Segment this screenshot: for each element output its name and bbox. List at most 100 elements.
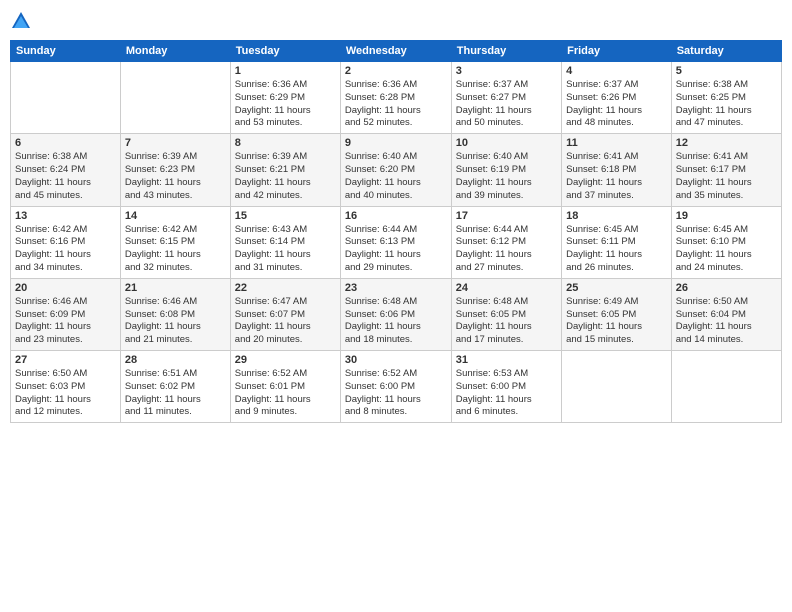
calendar-cell: 1 Sunrise: 6:36 AMSunset: 6:29 PMDaylight… [230,62,340,134]
day-details: Sunrise: 6:44 AMSunset: 6:12 PMDaylight:… [456,224,557,275]
day-details: Sunrise: 6:40 AMSunset: 6:19 PMDaylight:… [456,151,557,202]
day-number: 18 [566,210,667,222]
day-details: Sunrise: 6:45 AMSunset: 6:11 PMDaylight:… [566,224,667,275]
day-details: Sunrise: 6:47 AMSunset: 6:07 PMDaylight:… [235,296,336,347]
calendar-cell: 24 Sunrise: 6:48 AMSunset: 6:05 PMDayligh… [451,278,561,350]
day-details: Sunrise: 6:48 AMSunset: 6:05 PMDaylight:… [456,296,557,347]
calendar-cell: 17 Sunrise: 6:44 AMSunset: 6:12 PMDayligh… [451,206,561,278]
day-details: Sunrise: 6:37 AMSunset: 6:27 PMDaylight:… [456,79,557,130]
day-number: 14 [125,210,226,222]
calendar-cell: 9Sunrise: 6:40 AMSunset: 6:20 PMDaylight… [340,134,451,206]
day-details: Sunrise: 6:42 AMSunset: 6:16 PMDaylight:… [15,224,116,275]
day-number: 15 [235,210,336,222]
calendar-cell: 27 Sunrise: 6:50 AMSunset: 6:03 PMDayligh… [11,351,121,423]
day-number: 26 [676,282,777,294]
day-details: Sunrise: 6:46 AMSunset: 6:09 PMDaylight:… [15,296,116,347]
calendar-week-5: 27 Sunrise: 6:50 AMSunset: 6:03 PMDayligh… [11,351,782,423]
calendar-cell: 10 Sunrise: 6:40 AMSunset: 6:19 PMDayligh… [451,134,561,206]
day-details: Sunrise: 6:45 AMSunset: 6:10 PMDaylight:… [676,224,777,275]
day-details: Sunrise: 6:53 AMSunset: 6:00 PMDaylight:… [456,368,557,419]
calendar-cell [562,351,672,423]
calendar-cell: 30 Sunrise: 6:52 AMSunset: 6:00 PMDayligh… [340,351,451,423]
calendar-cell: 23 Sunrise: 6:48 AMSunset: 6:06 PMDayligh… [340,278,451,350]
day-header-sunday: Sunday [11,41,121,62]
day-number: 27 [15,354,116,366]
day-number: 12 [676,137,777,149]
day-number: 8 [235,137,336,149]
calendar-cell: 21 Sunrise: 6:46 AMSunset: 6:08 PMDayligh… [120,278,230,350]
day-number: 1 [235,65,336,77]
calendar-week-3: 13 Sunrise: 6:42 AMSunset: 6:16 PMDayligh… [11,206,782,278]
calendar-cell: 15 Sunrise: 6:43 AMSunset: 6:14 PMDayligh… [230,206,340,278]
day-header-wednesday: Wednesday [340,41,451,62]
calendar-cell: 6Sunrise: 6:38 AMSunset: 6:24 PMDaylight… [11,134,121,206]
calendar-cell: 16 Sunrise: 6:44 AMSunset: 6:13 PMDayligh… [340,206,451,278]
day-number: 23 [345,282,447,294]
calendar-cell: 19Sunrise: 6:45 AMSunset: 6:10 PMDayligh… [671,206,781,278]
day-header-friday: Friday [562,41,672,62]
day-number: 13 [15,210,116,222]
calendar-cell: 26Sunrise: 6:50 AMSunset: 6:04 PMDayligh… [671,278,781,350]
day-number: 16 [345,210,447,222]
calendar-cell: 20 Sunrise: 6:46 AMSunset: 6:09 PMDayligh… [11,278,121,350]
day-number: 10 [456,137,557,149]
calendar-cell: 25 Sunrise: 6:49 AMSunset: 6:05 PMDayligh… [562,278,672,350]
logo-icon [10,10,32,32]
day-header-saturday: Saturday [671,41,781,62]
day-number: 4 [566,65,667,77]
calendar-table: SundayMondayTuesdayWednesdayThursdayFrid… [10,40,782,423]
calendar-cell [120,62,230,134]
calendar-cell: 11Sunrise: 6:41 AMSunset: 6:18 PMDayligh… [562,134,672,206]
day-details: Sunrise: 6:44 AMSunset: 6:13 PMDaylight:… [345,224,447,275]
day-details: Sunrise: 6:36 AMSunset: 6:29 PMDaylight:… [235,79,336,130]
calendar-cell: 28 Sunrise: 6:51 AMSunset: 6:02 PMDayligh… [120,351,230,423]
day-number: 3 [456,65,557,77]
day-number: 29 [235,354,336,366]
day-number: 7 [125,137,226,149]
day-details: Sunrise: 6:43 AMSunset: 6:14 PMDaylight:… [235,224,336,275]
calendar-cell: 5Sunrise: 6:38 AMSunset: 6:25 PMDaylight… [671,62,781,134]
calendar-cell: 18 Sunrise: 6:45 AMSunset: 6:11 PMDayligh… [562,206,672,278]
day-number: 28 [125,354,226,366]
calendar-cell: 14 Sunrise: 6:42 AMSunset: 6:15 PMDayligh… [120,206,230,278]
day-number: 2 [345,65,447,77]
day-details: Sunrise: 6:38 AMSunset: 6:24 PMDaylight:… [15,151,116,202]
calendar-cell: 2 Sunrise: 6:36 AMSunset: 6:28 PMDaylight… [340,62,451,134]
day-details: Sunrise: 6:49 AMSunset: 6:05 PMDaylight:… [566,296,667,347]
day-details: Sunrise: 6:42 AMSunset: 6:15 PMDaylight:… [125,224,226,275]
calendar-cell: 3 Sunrise: 6:37 AMSunset: 6:27 PMDaylight… [451,62,561,134]
day-details: Sunrise: 6:50 AMSunset: 6:03 PMDaylight:… [15,368,116,419]
day-number: 25 [566,282,667,294]
calendar-cell: 13 Sunrise: 6:42 AMSunset: 6:16 PMDayligh… [11,206,121,278]
day-number: 24 [456,282,557,294]
calendar-cell: 4 Sunrise: 6:37 AMSunset: 6:26 PMDaylight… [562,62,672,134]
day-number: 21 [125,282,226,294]
day-details: Sunrise: 6:46 AMSunset: 6:08 PMDaylight:… [125,296,226,347]
day-number: 20 [15,282,116,294]
day-number: 22 [235,282,336,294]
day-number: 30 [345,354,447,366]
day-number: 17 [456,210,557,222]
calendar-cell [671,351,781,423]
day-details: Sunrise: 6:51 AMSunset: 6:02 PMDaylight:… [125,368,226,419]
day-details: Sunrise: 6:36 AMSunset: 6:28 PMDaylight:… [345,79,447,130]
calendar-cell: 29Sunrise: 6:52 AMSunset: 6:01 PMDayligh… [230,351,340,423]
day-details: Sunrise: 6:48 AMSunset: 6:06 PMDaylight:… [345,296,447,347]
calendar-week-1: 1 Sunrise: 6:36 AMSunset: 6:29 PMDaylight… [11,62,782,134]
calendar-week-2: 6Sunrise: 6:38 AMSunset: 6:24 PMDaylight… [11,134,782,206]
day-header-tuesday: Tuesday [230,41,340,62]
day-details: Sunrise: 6:39 AMSunset: 6:21 PMDaylight:… [235,151,336,202]
day-details: Sunrise: 6:38 AMSunset: 6:25 PMDaylight:… [676,79,777,130]
day-header-monday: Monday [120,41,230,62]
calendar-week-4: 20 Sunrise: 6:46 AMSunset: 6:09 PMDayligh… [11,278,782,350]
calendar-cell: 7Sunrise: 6:39 AMSunset: 6:23 PMDaylight… [120,134,230,206]
day-details: Sunrise: 6:52 AMSunset: 6:00 PMDaylight:… [345,368,447,419]
day-details: Sunrise: 6:37 AMSunset: 6:26 PMDaylight:… [566,79,667,130]
logo [10,10,36,32]
day-number: 11 [566,137,667,149]
calendar-cell: 12Sunrise: 6:41 AMSunset: 6:17 PMDayligh… [671,134,781,206]
day-header-thursday: Thursday [451,41,561,62]
page: SundayMondayTuesdayWednesdayThursdayFrid… [0,0,792,612]
day-number: 9 [345,137,447,149]
calendar-cell: 22 Sunrise: 6:47 AMSunset: 6:07 PMDayligh… [230,278,340,350]
